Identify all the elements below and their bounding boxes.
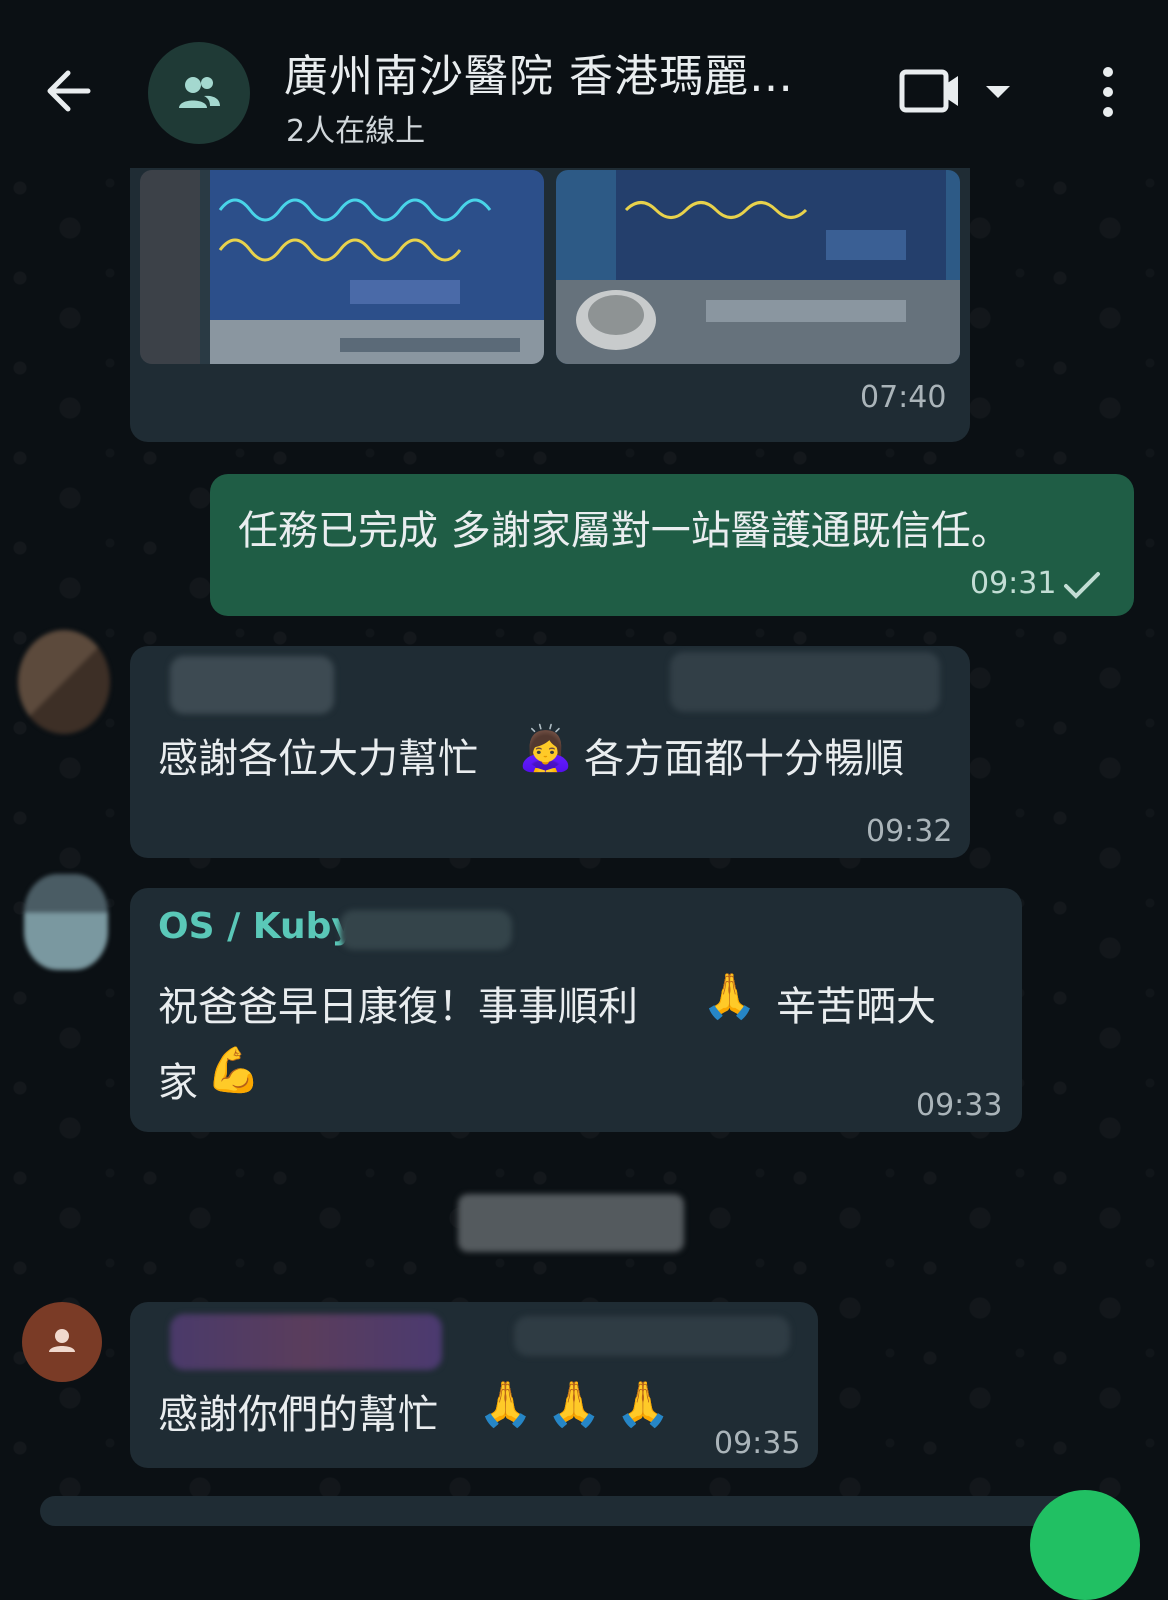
flexed-biceps-emoji: 💪 [206,1045,261,1096]
incoming-message-bubble[interactable]: 感謝你們的幫忙 🙏🙏🙏 09:35 [130,1302,818,1468]
redacted-sender-name [170,656,334,714]
person-bowing-emoji: 🙇‍♀️ [518,723,573,774]
sender-avatar[interactable] [22,1302,102,1382]
person-icon [49,1329,75,1352]
scroll-fab-partial[interactable] [1030,1490,1140,1600]
next-message-bubble-partial [40,1496,1100,1526]
redacted-phone-number [514,1316,790,1356]
redacted-phone-number [670,652,940,712]
arrow-left-icon [47,70,91,112]
video-camera-icon [899,69,1010,113]
message-time: 07:40 [860,380,947,415]
monitor-photo-2[interactable] [556,170,960,364]
message-line-2: 家 [158,1060,198,1106]
message-time: 09:31 [970,566,1057,601]
patient-monitor-image [556,170,960,364]
message-text-part1: 感謝各位大力幫忙 [158,736,478,782]
sender-name[interactable]: OS / Kuby [158,906,355,947]
more-options-button[interactable] [1088,64,1128,120]
message-line-1b: 辛苦晒大 [776,984,936,1030]
patient-monitor-image [140,170,544,364]
message-time: 09:35 [714,1426,801,1461]
online-status: 2人在線上 [286,114,426,149]
message-time: 09:32 [866,814,953,849]
message-time: 09:33 [916,1088,1003,1123]
group-icon [179,77,220,108]
message-line-1: 祝爸爸早日康復！事事順利 [158,984,638,1030]
redacted-sender-name [170,1314,442,1370]
chat-title[interactable]: 廣州南沙醫院 香港瑪麗… [284,40,844,104]
image-message-bubble[interactable]: 07:40 [130,150,970,442]
back-button[interactable] [38,58,104,124]
folded-hands-emoji: 🙏 [702,971,757,1022]
incoming-message-bubble[interactable]: 感謝各位大力幫忙 🙇‍♀️ 各方面都十分暢順 09:32 [130,646,970,858]
monitor-photo-1[interactable] [140,170,544,364]
message-text: 感謝你們的幫忙 [158,1392,438,1438]
outgoing-message-bubble[interactable]: 任務已完成 多謝家屬對一站醫護通既信任。 09:31 [210,474,1134,616]
check-icon [1064,572,1100,599]
group-avatar[interactable] [148,42,250,144]
folded-hands-emoji: 🙏🙏🙏 [478,1379,685,1430]
sender-avatar[interactable] [24,874,108,970]
message-text-part2: 各方面都十分暢順 [584,736,904,782]
redacted-sender-detail [340,910,512,950]
app-bar: 廣州南沙醫院 香港瑪麗… 2人在線上 [0,0,1168,168]
sender-avatar[interactable] [18,630,110,734]
incoming-message-bubble[interactable]: OS / Kuby 祝爸爸早日康復！事事順利 🙏 辛苦晒大 家 💪 09:33 [130,888,1022,1132]
kebab-menu-icon [1103,67,1113,117]
redacted-date-chip [458,1194,684,1252]
video-call-button[interactable] [898,64,1018,120]
message-text: 任務已完成 多謝家屬對一站醫護通既信任。 [238,508,1011,554]
